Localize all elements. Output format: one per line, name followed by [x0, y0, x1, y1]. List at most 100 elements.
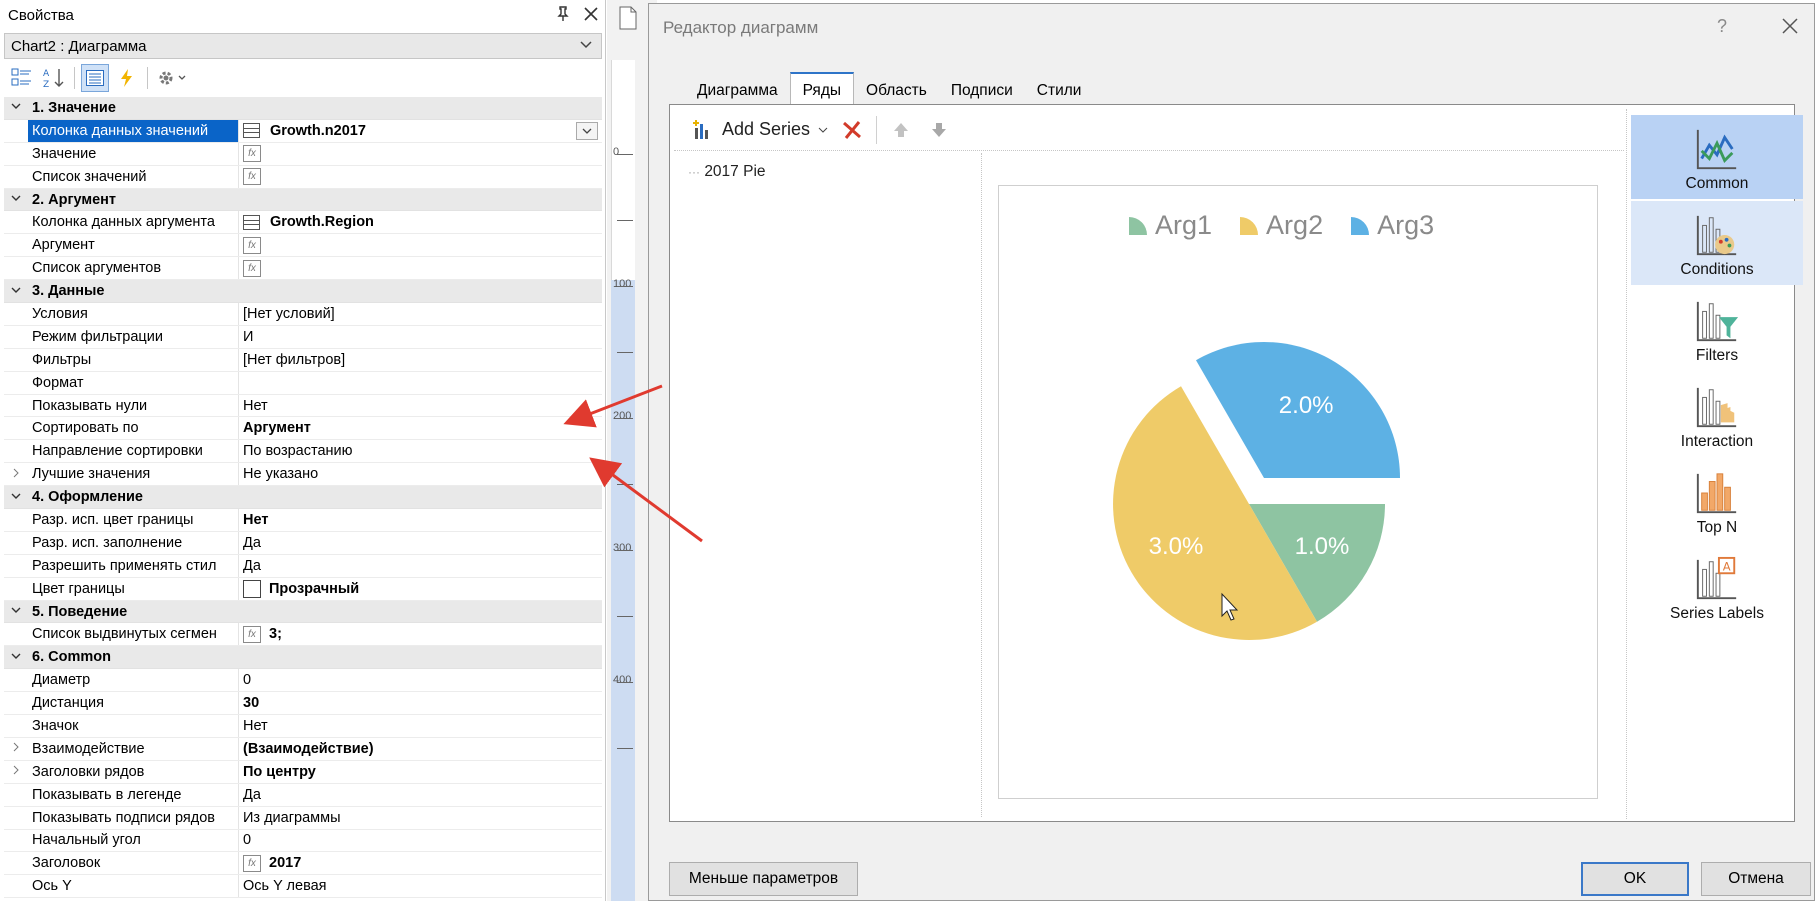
- property-row[interactable]: Дистанция 30: [4, 692, 602, 716]
- property-value[interactable]: (Взаимодействие): [238, 737, 602, 760]
- property-value[interactable]: Нет: [238, 509, 602, 531]
- tab-3[interactable]: Область: [854, 72, 939, 106]
- color-swatch-icon[interactable]: [243, 579, 261, 598]
- chevron-down-icon[interactable]: [4, 605, 28, 618]
- property-value[interactable]: Да: [238, 783, 602, 806]
- property-row[interactable]: Заголовок fx 2017: [4, 852, 602, 876]
- property-row[interactable]: Показывать в легенде Да: [4, 783, 602, 807]
- expression-icon[interactable]: fx: [243, 259, 261, 277]
- categorized-icon[interactable]: [8, 64, 36, 92]
- expression-icon[interactable]: fx: [243, 625, 261, 643]
- pin-icon[interactable]: [552, 3, 574, 25]
- fewer-parameters-button[interactable]: Меньше параметров: [669, 862, 858, 896]
- cancel-button[interactable]: Отмена: [1701, 862, 1811, 896]
- chevron-down-icon[interactable]: [4, 285, 28, 298]
- property-row[interactable]: Ось Y Ось Y левая: [4, 875, 602, 899]
- close-icon[interactable]: [580, 3, 602, 25]
- option-4[interactable]: Interaction: [1631, 373, 1803, 457]
- property-value[interactable]: fx: [238, 165, 602, 188]
- property-value[interactable]: Аргумент: [238, 417, 602, 440]
- property-value[interactable]: Из диаграммы: [238, 806, 602, 829]
- tab-2[interactable]: Ряды: [789, 72, 855, 106]
- property-row[interactable]: Начальный угол 0: [4, 829, 602, 853]
- property-value[interactable]: fx 3;: [238, 623, 602, 646]
- series-item[interactable]: ··· 2017 Pie: [688, 163, 766, 181]
- property-value[interactable]: Прозрачный: [238, 577, 602, 600]
- property-row[interactable]: Направление сортировки По возрастанию: [4, 440, 602, 464]
- property-row[interactable]: Заголовки рядов По центру: [4, 760, 602, 784]
- property-row[interactable]: Сортировать по Аргумент: [4, 417, 602, 441]
- property-value[interactable]: И: [238, 325, 602, 348]
- property-value[interactable]: Growth.Region: [238, 211, 602, 234]
- object-selector[interactable]: Chart2 : Диаграмма: [4, 33, 602, 59]
- property-row[interactable]: Значение fx: [4, 142, 602, 166]
- chevron-down-icon[interactable]: [4, 651, 28, 664]
- property-row[interactable]: Показывать подписи рядов Из диаграммы: [4, 806, 602, 830]
- expression-icon[interactable]: fx: [243, 145, 261, 163]
- category-header[interactable]: 6. Common: [4, 646, 602, 670]
- property-pages-icon[interactable]: [81, 64, 109, 92]
- property-row[interactable]: Диаметр 0: [4, 669, 602, 693]
- expression-icon[interactable]: fx: [243, 236, 261, 254]
- option-1[interactable]: Common: [1631, 115, 1803, 199]
- chevron-right-icon[interactable]: [4, 742, 28, 755]
- property-value[interactable]: fx: [238, 234, 602, 257]
- category-header[interactable]: 3. Данные: [4, 280, 602, 304]
- chevron-right-icon[interactable]: [4, 468, 28, 481]
- property-value[interactable]: 0: [238, 829, 602, 852]
- dialog-close-icon[interactable]: [1782, 14, 1798, 40]
- property-value[interactable]: Ось Y левая: [238, 875, 602, 898]
- option-2[interactable]: Conditions: [1631, 201, 1803, 285]
- property-value[interactable]: Growth.n2017: [238, 119, 602, 142]
- add-series-button[interactable]: Add Series: [692, 119, 828, 141]
- property-row[interactable]: Разр. исп. заполнение Да: [4, 531, 602, 555]
- expression-icon[interactable]: fx: [243, 854, 261, 872]
- property-row[interactable]: Фильтры [Нет фильтров]: [4, 348, 602, 372]
- tab-1[interactable]: Диаграмма: [685, 72, 790, 106]
- option-3[interactable]: Filters: [1631, 287, 1803, 371]
- chevron-down-icon[interactable]: [4, 491, 28, 504]
- chevron-right-icon[interactable]: [4, 765, 28, 778]
- tab-4[interactable]: Подписи: [939, 72, 1025, 106]
- property-value[interactable]: Да: [238, 531, 602, 554]
- ok-button[interactable]: OK: [1581, 862, 1689, 896]
- property-row[interactable]: Значок Нет: [4, 715, 602, 738]
- events-lightning-icon[interactable]: [113, 64, 141, 92]
- property-row[interactable]: Список выдвинутых сегмен fx 3;: [4, 623, 602, 647]
- property-value[interactable]: Не указано: [238, 463, 602, 486]
- property-row[interactable]: Список значений fx: [4, 165, 602, 189]
- property-row[interactable]: Список аргументов fx: [4, 257, 602, 281]
- expression-icon[interactable]: fx: [243, 168, 261, 186]
- remove-series-icon[interactable]: [838, 116, 866, 144]
- property-row[interactable]: Формат: [4, 371, 602, 395]
- gear-icon[interactable]: [154, 64, 194, 92]
- property-value[interactable]: [Нет фильтров]: [238, 348, 602, 371]
- property-row[interactable]: Взаимодействие (Взаимодействие): [4, 737, 602, 761]
- property-value[interactable]: 0: [238, 669, 602, 692]
- move-up-icon[interactable]: [887, 116, 915, 144]
- property-value[interactable]: fx: [238, 257, 602, 280]
- sort-alphabetical-icon[interactable]: AZ: [40, 64, 68, 92]
- property-row[interactable]: Колонка данных значений Growth.n2017: [4, 119, 602, 143]
- property-row[interactable]: Условия [Нет условий]: [4, 303, 602, 326]
- property-value[interactable]: fx: [238, 142, 602, 165]
- property-row[interactable]: Разр. исп. цвет границы Нет: [4, 509, 602, 532]
- category-header[interactable]: 1. Значение: [4, 97, 602, 120]
- tab-5[interactable]: Стили: [1025, 72, 1094, 106]
- property-value[interactable]: Нет: [238, 715, 602, 737]
- option-5[interactable]: Top N: [1631, 459, 1803, 543]
- property-value[interactable]: [Нет условий]: [238, 303, 602, 325]
- property-row[interactable]: Аргумент fx: [4, 234, 602, 258]
- property-row[interactable]: Режим фильтрации И: [4, 325, 602, 349]
- property-value[interactable]: fx 2017: [238, 852, 602, 875]
- category-header[interactable]: 2. Аргумент: [4, 188, 602, 212]
- property-value[interactable]: По центру: [238, 760, 602, 783]
- property-value[interactable]: 30: [238, 692, 602, 715]
- value-dropdown-button[interactable]: [576, 121, 598, 140]
- property-row[interactable]: Разрешить применять стил Да: [4, 554, 602, 578]
- property-row[interactable]: Колонка данных аргумента Growth.Region: [4, 211, 602, 235]
- chevron-down-icon[interactable]: [4, 193, 28, 206]
- help-button[interactable]: ?: [1717, 16, 1727, 37]
- property-value[interactable]: Да: [238, 554, 602, 577]
- property-value[interactable]: [238, 371, 602, 394]
